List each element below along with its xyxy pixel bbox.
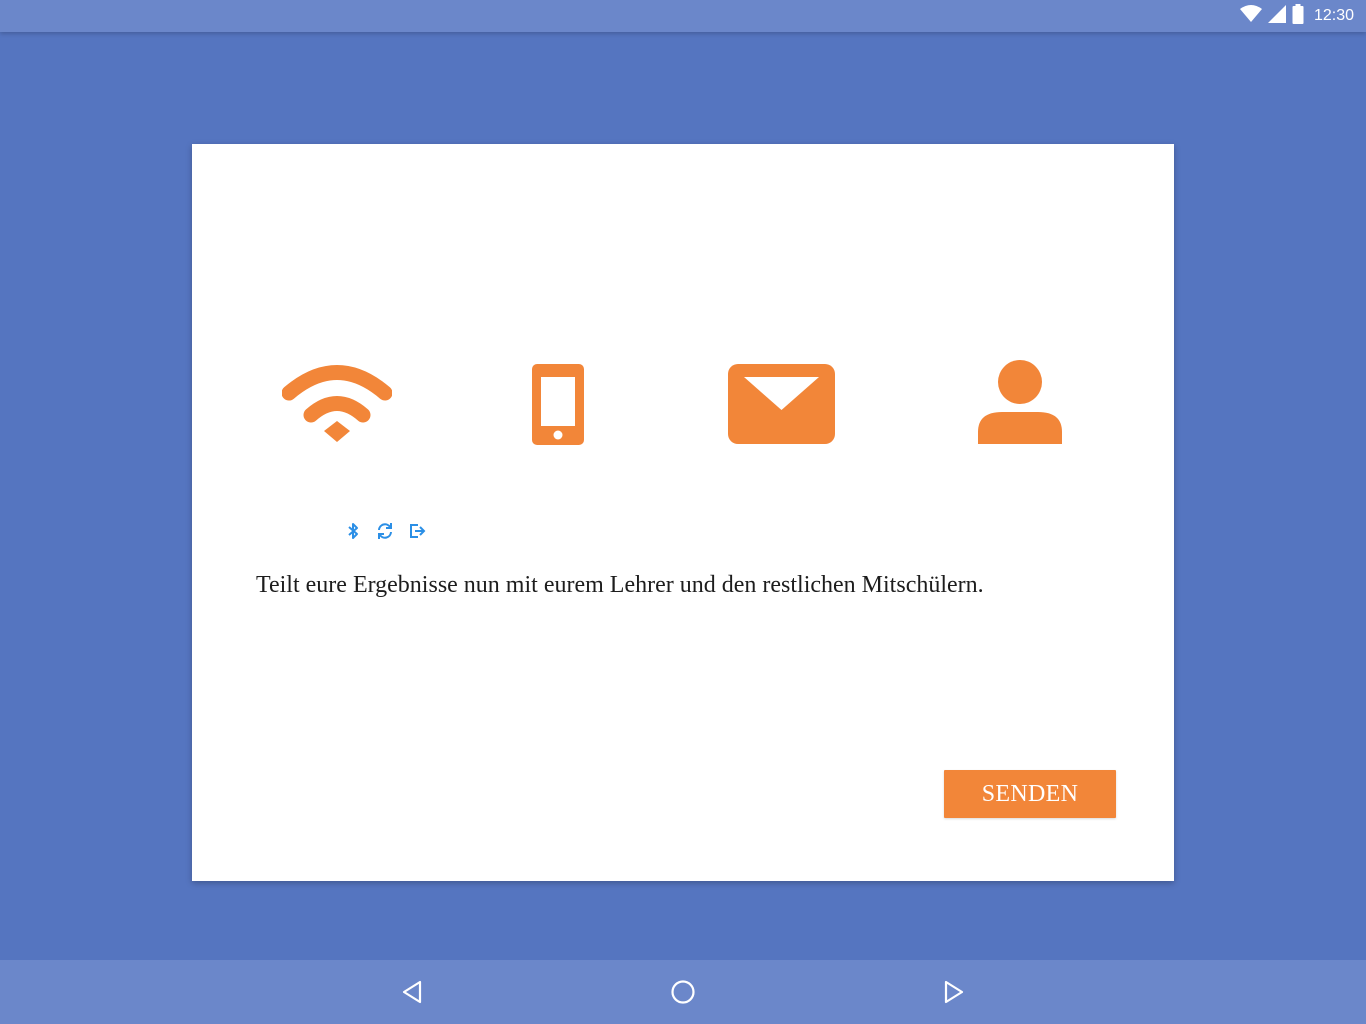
recents-icon[interactable] bbox=[938, 976, 970, 1008]
status-time: 12:30 bbox=[1313, 7, 1354, 24]
send-button[interactable]: SENDEN bbox=[944, 770, 1116, 818]
cell-signal-icon bbox=[1267, 4, 1286, 28]
battery-icon bbox=[1292, 3, 1304, 29]
navigation-bar bbox=[0, 960, 1366, 1024]
share-message: Teilt eure Ergebnisse nun mit eurem Lehr… bbox=[256, 572, 984, 598]
back-icon[interactable] bbox=[396, 976, 428, 1008]
share-card: Teilt eure Ergebnisse nun mit eurem Lehr… bbox=[192, 144, 1174, 881]
smartphone-icon[interactable] bbox=[532, 364, 584, 450]
status-icons: 12:30 bbox=[1239, 0, 1354, 32]
mini-icon-row bbox=[344, 522, 426, 540]
bluetooth-icon[interactable] bbox=[344, 522, 362, 540]
mail-icon[interactable] bbox=[728, 364, 835, 449]
sync-icon[interactable] bbox=[376, 522, 394, 540]
person-icon[interactable] bbox=[978, 360, 1062, 449]
home-icon[interactable] bbox=[667, 976, 699, 1008]
wifi-icon bbox=[1239, 4, 1262, 28]
status-bar: 12:30 bbox=[0, 0, 1366, 32]
export-icon[interactable] bbox=[408, 522, 426, 540]
wifi-icon[interactable] bbox=[281, 364, 393, 449]
